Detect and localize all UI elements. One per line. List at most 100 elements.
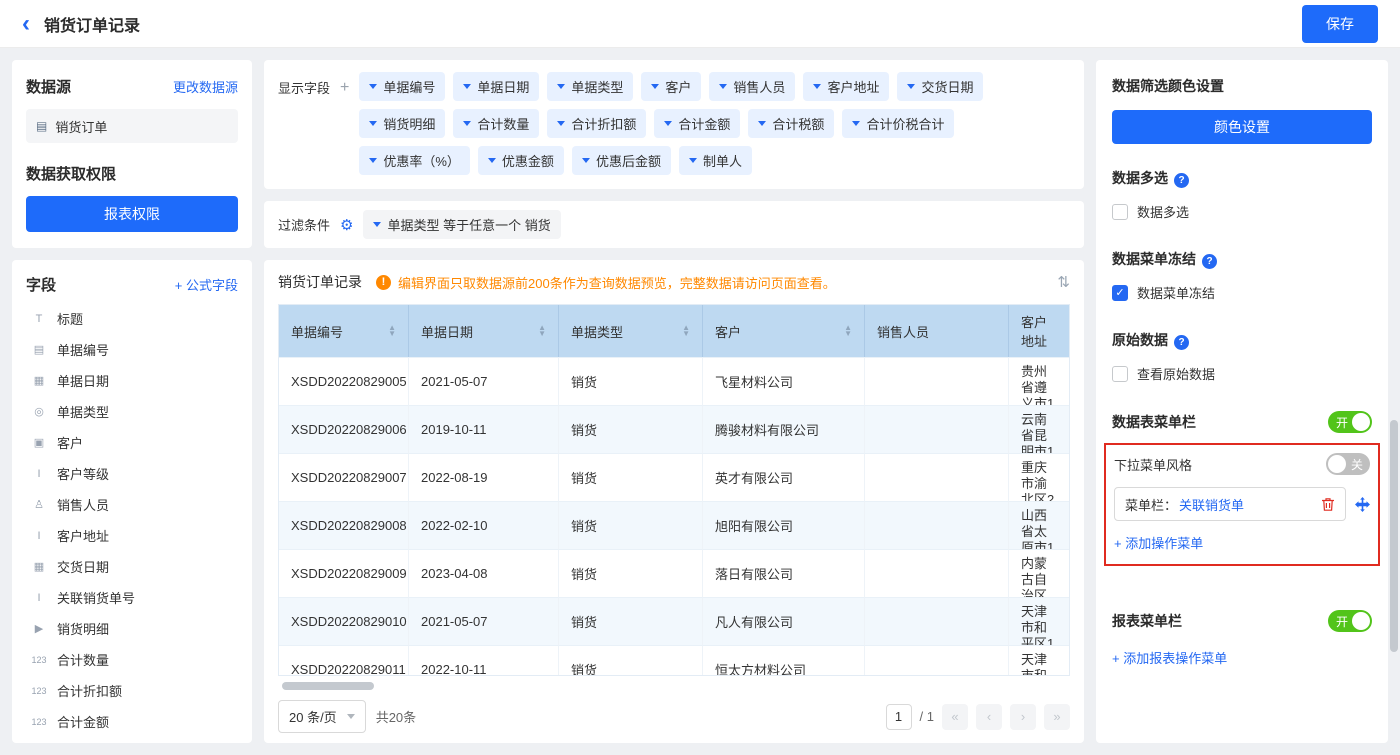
menu-freeze-checkbox-row[interactable]: 数据菜单冻结 [1112,283,1372,302]
move-icon[interactable] [1355,496,1370,512]
field-item-total-qty[interactable]: 123 合计数量 [26,644,238,675]
gear-icon[interactable]: ⚙ [340,216,353,234]
table-row[interactable]: XSDD20220829006 2019-10-11 销货 腾骏材料有限公司 云… [279,405,1069,453]
warning-icon [376,274,391,290]
field-item-delivery-date[interactable]: ▦ 交货日期 [26,551,238,582]
display-field-chip[interactable]: 客户地址 [803,72,890,101]
display-field-chip[interactable]: 销售人员 [709,72,796,101]
field-item-salesperson[interactable]: ♙ 销售人员 [26,489,238,520]
field-item-doc-number[interactable]: ▤ 单据编号 [26,334,238,365]
display-field-chip[interactable]: 制单人 [678,146,752,175]
sort-order-icon[interactable] [1057,273,1070,291]
table-row[interactable]: XSDD20220829009 2023-04-08 销货 落日有限公司 内蒙古… [279,549,1069,597]
sort-icon[interactable] [844,325,852,337]
display-field-chip[interactable]: 优惠率（%） [359,146,470,175]
display-field-chip[interactable]: 客户 [641,72,702,101]
display-field-chip[interactable]: 优惠后金额 [571,146,671,175]
pagination-prev-icon[interactable] [976,703,1002,730]
help-icon[interactable] [1174,173,1189,188]
pagination-first-icon[interactable] [942,703,968,730]
color-settings-button[interactable]: 颜色设置 [1112,110,1372,144]
datasource-item[interactable]: ▤ 销货订单 [26,109,238,143]
report-permission-button[interactable]: 报表权限 [26,196,238,232]
add-operation-menu-link[interactable]: + 添加操作菜单 [1114,533,1203,552]
chevron-down-icon [557,84,566,89]
field-item-sales-detail[interactable]: ▶ 销货明细 [26,613,238,644]
column-header-doc-date[interactable]: 单据日期 [409,305,559,357]
menu-item-box[interactable]: 菜单栏： 关联销货单 [1114,487,1346,521]
column-header-salesperson[interactable]: 销售人员 [865,305,1009,357]
table-row[interactable]: XSDD20220829007 2022-08-19 销货 英才有限公司 重庆市… [279,453,1069,501]
highlight-annotation-box: 下拉菜单风格 关 菜单栏： 关联销货单 + 添加操作菜单 [1104,443,1380,566]
multi-select-checkbox[interactable] [1112,203,1128,220]
field-item-total-tax[interactable]: 123合计税额 [26,737,238,743]
table-row[interactable]: XSDD20220829005 2021-05-07 销货 飞星材料公司 贵州省… [279,357,1069,405]
sort-icon[interactable] [538,325,546,337]
display-field-chip[interactable]: 交货日期 [897,72,984,101]
display-field-chip[interactable]: 销货明细 [359,109,446,138]
table-header-row: 单据编号 单据日期 单据类型 客户 销售人员 客户地址 [279,305,1069,357]
chevron-down-icon [907,84,916,89]
column-header-doc-type[interactable]: 单据类型 [559,305,703,357]
main-layout: 数据源 更改数据源 ▤ 销货订单 数据获取权限 报表权限 字段 + 公式字段 T… [0,48,1400,755]
pagination-next-icon[interactable] [1010,703,1036,730]
field-item-related-order[interactable]: I 关联销货单号 [26,582,238,613]
menu-item-value[interactable]: 关联销货单 [1179,495,1244,514]
field-item-title[interactable]: T 标题 [26,303,238,334]
dropdown-style-toggle[interactable]: 关 [1326,453,1370,475]
raw-data-checkbox[interactable] [1112,365,1128,382]
text-icon: I [37,529,41,542]
field-item-total-discount[interactable]: 123 合计折扣额 [26,675,238,706]
display-field-chip[interactable]: 合计数量 [453,109,540,138]
trash-icon[interactable] [1321,497,1335,512]
help-icon[interactable] [1202,254,1217,269]
horizontal-scrollbar[interactable] [282,682,374,691]
save-button[interactable]: 保存 [1302,4,1378,43]
column-header-customer-address[interactable]: 客户地址 [1009,305,1069,357]
raw-data-checkbox-row[interactable]: 查看原始数据 [1112,364,1372,383]
back-icon[interactable]: ‹ [22,11,30,36]
add-formula-field-link[interactable]: + 公式字段 [175,275,238,294]
display-field-chip[interactable]: 单据日期 [453,72,540,101]
sort-icon[interactable] [682,325,690,337]
current-page-box[interactable]: 1 [885,703,912,730]
display-field-chip[interactable]: 单据类型 [547,72,634,101]
table-menu-toggle[interactable]: 开 [1328,411,1372,433]
change-datasource-link[interactable]: 更改数据源 [173,77,238,96]
display-field-chip[interactable]: 合计金额 [654,109,741,138]
vertical-scrollbar[interactable] [1390,420,1398,652]
column-header-doc-number[interactable]: 单据编号 [279,305,409,357]
report-menu-bar-row: 报表菜单栏 开 [1112,610,1372,632]
report-menu-toggle[interactable]: 开 [1328,610,1372,632]
field-item-customer-level[interactable]: I 客户等级 [26,458,238,489]
display-field-chip[interactable]: 合计价税合计 [842,109,955,138]
filter-condition-chip[interactable]: 单据类型 等于任意一个 销货 [363,210,561,239]
field-item-customer-address[interactable]: I 客户地址 [26,520,238,551]
help-icon[interactable] [1174,335,1189,350]
field-item-doc-type[interactable]: ◎ 单据类型 [26,396,238,427]
preview-warning: 编辑界面只取数据源前200条作为查询数据预览，完整数据请访问页面查看。 [376,273,836,292]
column-header-customer[interactable]: 客户 [703,305,865,357]
table-row[interactable]: XSDD20220829008 2022-02-10 销货 旭阳有限公司 山西省… [279,501,1069,549]
add-report-menu-link[interactable]: + 添加报表操作菜单 [1112,648,1227,667]
table-row[interactable]: XSDD20220829011 2022-10-11 销货 恒太方材料公司 天津… [279,645,1069,676]
pagination-last-icon[interactable] [1044,703,1070,730]
add-display-field-icon[interactable]: + [340,79,349,97]
field-list: T 标题 ▤ 单据编号 ▦ 单据日期 ◎ 单据类型 ▣ 客户 I 客户等级 ♙ 销售人员 I客… [26,303,238,743]
field-item-doc-date[interactable]: ▦ 单据日期 [26,365,238,396]
display-field-chip[interactable]: 合计税额 [748,109,835,138]
menu-freeze-checkbox[interactable] [1112,284,1128,301]
dropdown-style-label: 下拉菜单风格 [1114,457,1193,473]
display-field-chip[interactable]: 合计折扣额 [547,109,647,138]
permission-title: 数据获取权限 [26,166,117,183]
table-row[interactable]: XSDD20220829010 2021-05-07 销货 凡人有限公司 天津市… [279,597,1069,645]
data-table: 单据编号 单据日期 单据类型 客户 销售人员 客户地址 XSDD20220829… [278,304,1070,677]
pagination-bar: 20 条/页 共20条 1 / 1 [278,700,1070,733]
display-field-chip[interactable]: 优惠金额 [477,146,564,175]
multi-select-checkbox-row[interactable]: 数据多选 [1112,202,1372,221]
page-size-select[interactable]: 20 条/页 [278,700,366,733]
field-item-total-amount[interactable]: 123 合计金额 [26,706,238,737]
field-item-customer[interactable]: ▣ 客户 [26,427,238,458]
display-field-chip[interactable]: 单据编号 [359,72,446,101]
sort-icon[interactable] [388,325,396,337]
